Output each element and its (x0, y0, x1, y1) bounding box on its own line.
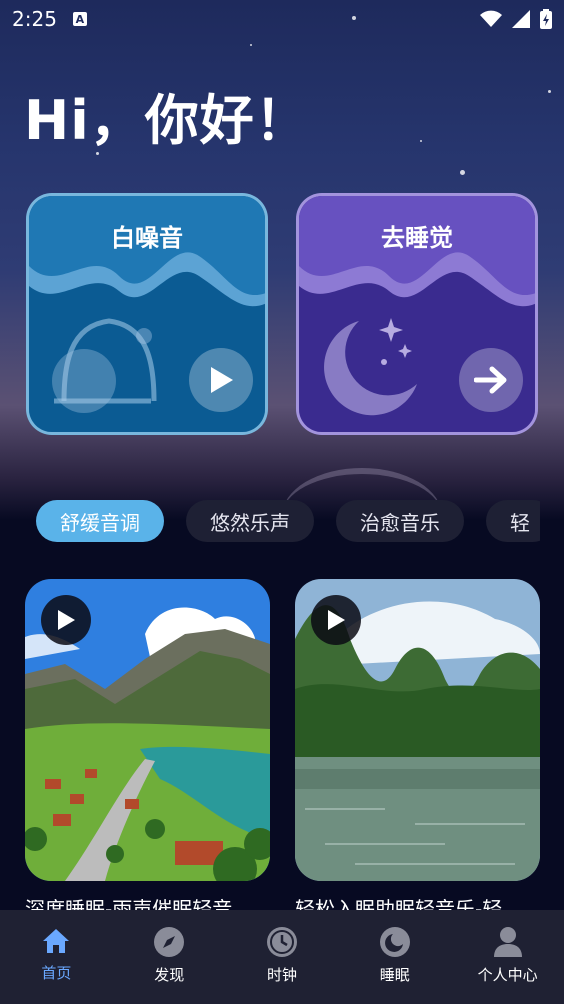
tab-sleep[interactable]: 睡眠 (338, 910, 451, 1004)
play-icon (328, 610, 345, 630)
white-noise-card[interactable]: 白噪音 (26, 193, 268, 435)
bottom-tab-bar: 首页 发现 时钟 睡眠 个人中心 (0, 910, 564, 1004)
star (420, 140, 422, 142)
track-2-play-button[interactable] (311, 595, 361, 645)
white-noise-title: 白噪音 (111, 224, 183, 252)
go-to-sleep-button[interactable] (459, 348, 523, 412)
tab-discover[interactable]: 发现 (113, 910, 226, 1004)
user-icon (493, 927, 522, 957)
tab-discover-label: 发现 (154, 966, 185, 984)
chip-partial[interactable]: 轻 (486, 500, 540, 542)
sleep-icon (379, 927, 410, 957)
star (548, 90, 551, 93)
star (250, 44, 252, 46)
go-to-sleep-title: 去睡觉 (381, 224, 453, 252)
tab-home-label: 首页 (41, 964, 72, 982)
arrow-right-icon (474, 366, 507, 394)
tab-clock-label: 时钟 (266, 966, 297, 984)
track-card-2[interactable] (295, 579, 540, 881)
track-card-1[interactable] (25, 579, 270, 881)
home-icon (43, 929, 70, 953)
white-noise-play-button[interactable] (189, 348, 253, 412)
go-to-sleep-card[interactable]: 去睡觉 (296, 193, 538, 435)
track-1-play-button[interactable] (41, 595, 91, 645)
tab-profile-label: 个人中心 (477, 966, 538, 984)
compass-icon (154, 927, 185, 957)
chip-healing-music[interactable]: 治愈音乐 (336, 500, 464, 542)
status-time: 2:25 (12, 7, 57, 31)
play-icon (58, 610, 75, 630)
battery-icon (540, 9, 552, 29)
wifi-icon (480, 10, 502, 27)
clock-icon (266, 927, 297, 957)
chip-leisurely-music[interactable]: 悠然乐声 (186, 500, 314, 542)
status-bar: 2:25 A (0, 0, 564, 38)
star (460, 170, 465, 175)
notification-icon: A (72, 12, 87, 26)
greeting-title: Hi，你好！ (24, 89, 310, 152)
signal-icon (512, 10, 530, 28)
tab-clock[interactable]: 时钟 (226, 910, 339, 1004)
chip-soothing-tones[interactable]: 舒缓音调 (36, 500, 164, 542)
play-icon (211, 367, 233, 393)
tab-home[interactable]: 首页 (0, 910, 113, 1004)
tab-sleep-label: 睡眠 (379, 966, 410, 984)
tab-profile[interactable]: 个人中心 (451, 910, 564, 1004)
category-tabs: 舒缓音调 悠然乐声 治愈音乐 轻 (36, 500, 540, 542)
